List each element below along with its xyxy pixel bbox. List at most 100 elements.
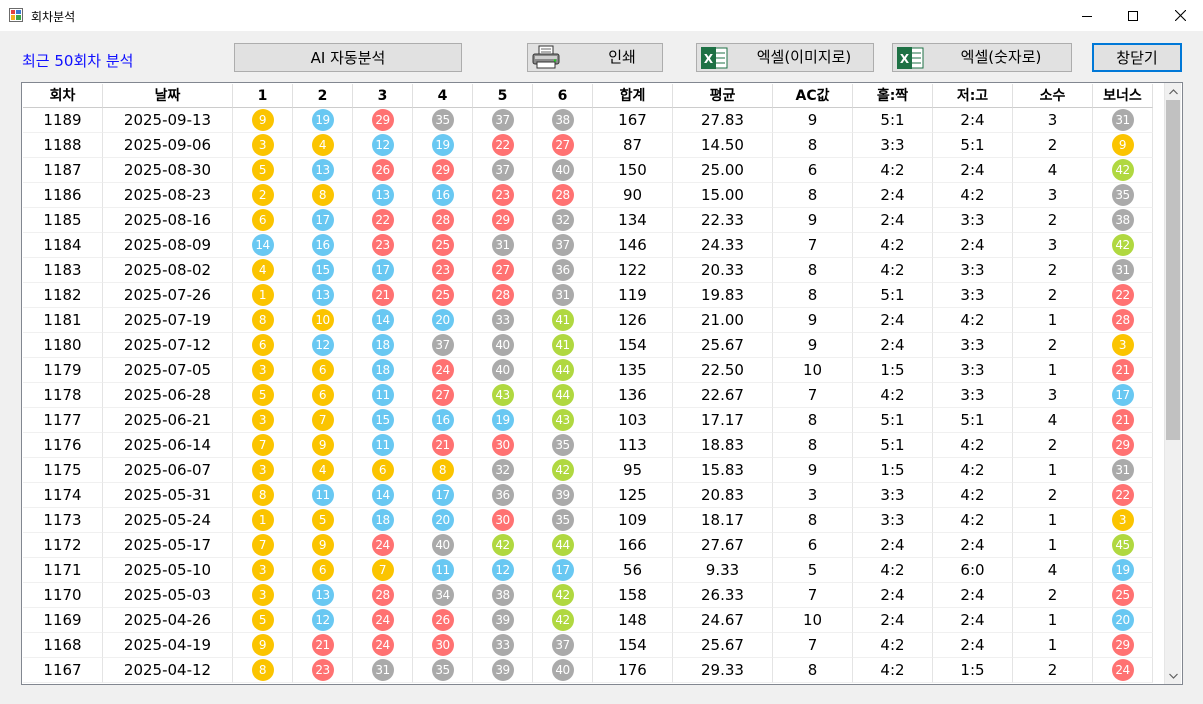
cell-date: 2025-08-23 <box>103 183 233 208</box>
column-header-n5[interactable]: 5 <box>473 84 533 108</box>
column-header-bonus[interactable]: 보너스 <box>1093 84 1153 108</box>
cell-bonus: 38 <box>1093 208 1153 233</box>
table-row[interactable]: 1174 2025-05-31 8 11 14 17 36 39 125 20.83 3 3:3 4:2… <box>23 483 1153 508</box>
column-header-avg[interactable]: 평균 <box>673 84 773 108</box>
cell-n4: 27 <box>413 383 473 408</box>
cell-bonus: 28 <box>1093 308 1153 333</box>
cell-bonus: 24 <box>1093 658 1153 683</box>
cell-n5: 40 <box>473 358 533 383</box>
excel-image-button[interactable]: X 엑셀(이미지로) <box>696 43 874 72</box>
cell-n5: 38 <box>473 583 533 608</box>
table-row[interactable]: 1178 2025-06-28 5 6 11 27 43 44 136 22.67 7 4:2 3:3 3… <box>23 383 1153 408</box>
cell-prime: 2 <box>1013 483 1093 508</box>
cell-date: 2025-05-31 <box>103 483 233 508</box>
column-header-ac[interactable]: AC값 <box>773 84 853 108</box>
cell-n3: 18 <box>353 333 413 358</box>
cell-ac: 8 <box>773 658 853 683</box>
table-row[interactable]: 1180 2025-07-12 6 12 18 37 40 41 154 25.67 9 2:4 3:3… <box>23 333 1153 358</box>
excel-number-button[interactable]: X 엑셀(숫자로) <box>892 43 1072 72</box>
cell-n6: 41 <box>533 308 593 333</box>
table-row[interactable]: 1186 2025-08-23 2 8 13 16 23 28 90 15.00 8 2:4 4:2 3 3… <box>23 183 1153 208</box>
cell-date: 2025-05-10 <box>103 558 233 583</box>
table-row[interactable]: 1172 2025-05-17 7 9 24 40 42 44 166 27.67 6 2:4 2:4 1… <box>23 533 1153 558</box>
lotto-ball: 37 <box>551 634 574 656</box>
cell-prime: 4 <box>1013 408 1093 433</box>
cell-prime: 2 <box>1013 658 1093 683</box>
cell-odd-even: 3:3 <box>853 508 933 533</box>
lotto-ball: 5 <box>251 609 274 631</box>
table-row[interactable]: 1189 2025-09-13 9 19 29 35 37 38 167 27.83 9 5:1 2:4… <box>23 108 1153 133</box>
column-header-n2[interactable]: 2 <box>293 84 353 108</box>
cell-avg: 14.50 <box>673 133 773 158</box>
lotto-ball: 28 <box>491 284 514 306</box>
table-row[interactable]: 1185 2025-08-16 6 17 22 28 29 32 134 22.33 9 2:4 3:3… <box>23 208 1153 233</box>
column-header-date[interactable]: 날짜 <box>103 84 233 108</box>
cell-n3: 12 <box>353 133 413 158</box>
cell-n3: 18 <box>353 358 413 383</box>
table-row[interactable]: 1170 2025-05-03 3 13 28 34 38 42 158 26.33 7 2:4 2:4… <box>23 583 1153 608</box>
cell-low-high: 2:4 <box>933 608 1013 633</box>
close-window-button[interactable] <box>1157 0 1203 31</box>
cell-avg: 22.50 <box>673 358 773 383</box>
table-row[interactable]: 1181 2025-07-19 8 10 14 20 33 41 126 21.00 9 2:4 4:2… <box>23 308 1153 333</box>
column-header-n4[interactable]: 4 <box>413 84 473 108</box>
cell-n2: 9 <box>293 533 353 558</box>
cell-bonus: 22 <box>1093 283 1153 308</box>
column-header-prime[interactable]: 소수 <box>1013 84 1093 108</box>
lotto-ball: 10 <box>311 309 334 331</box>
lotto-ball: 24 <box>371 609 394 631</box>
column-header-n3[interactable]: 3 <box>353 84 413 108</box>
cell-n6: 35 <box>533 508 593 533</box>
table-row[interactable]: 1184 2025-08-09 14 16 23 25 31 37 146 24.33 7 4:2 2:… <box>23 233 1153 258</box>
maximize-button[interactable] <box>1110 0 1156 31</box>
vertical-scrollbar[interactable] <box>1164 83 1181 684</box>
table-row[interactable]: 1171 2025-05-10 3 6 7 11 12 17 56 9.33 5 4:2 6:0 4 19 <box>23 558 1153 583</box>
scroll-down-button[interactable] <box>1165 667 1182 684</box>
table-row[interactable]: 1175 2025-06-07 3 4 6 8 32 42 95 15.83 9 1:5 4:2 1 31 <box>23 458 1153 483</box>
cell-n3: 22 <box>353 208 413 233</box>
lotto-ball: 22 <box>1111 484 1134 506</box>
column-header-n6[interactable]: 6 <box>533 84 593 108</box>
table-row[interactable]: 1176 2025-06-14 7 9 11 21 30 35 113 18.83 8 5:1 4:2 2… <box>23 433 1153 458</box>
round-data-grid[interactable]: 회차 날짜 1 2 3 4 5 6 합계 평균 AC값 홀:짝 저:고 소수 보너스 1189 2025-09… <box>21 82 1183 685</box>
table-row[interactable]: 1177 2025-06-21 3 7 15 16 19 43 103 17.17 8 5:1 5:1 4… <box>23 408 1153 433</box>
column-header-sum[interactable]: 합계 <box>593 84 673 108</box>
table-row[interactable]: 1168 2025-04-19 9 21 24 30 33 37 154 25.67 7 4:2 2:4… <box>23 633 1153 658</box>
scroll-up-button[interactable] <box>1165 83 1182 100</box>
table-row[interactable]: 1179 2025-07-05 3 6 18 24 40 44 135 22.50 10 1:5 3:3… <box>23 358 1153 383</box>
table-row[interactable]: 1182 2025-07-26 1 13 21 25 28 31 119 19.83 8 5:1 3:3… <box>23 283 1153 308</box>
table-row[interactable]: 1188 2025-09-06 3 4 12 19 22 27 87 14.50 8 3:3 5:1 2 9 <box>23 133 1153 158</box>
scroll-thumb[interactable] <box>1166 100 1180 440</box>
cell-n3: 14 <box>353 308 413 333</box>
cell-sum: 56 <box>593 558 673 583</box>
close-dialog-button[interactable]: 창닫기 <box>1092 43 1182 72</box>
column-header-n1[interactable]: 1 <box>233 84 293 108</box>
table-row[interactable]: 1187 2025-08-30 5 13 26 29 37 40 150 25.00 6 4:2 2:4… <box>23 158 1153 183</box>
table-row[interactable]: 1169 2025-04-26 5 12 24 26 39 42 148 24.67 10 2:4 2:… <box>23 608 1153 633</box>
cell-n5: 30 <box>473 433 533 458</box>
column-header-odd-even[interactable]: 홀:짝 <box>853 84 933 108</box>
lotto-ball: 19 <box>1111 559 1134 581</box>
ai-analysis-button[interactable]: AI 자동분석 <box>234 43 462 72</box>
cell-sum: 154 <box>593 633 673 658</box>
minimize-icon <box>1082 15 1092 17</box>
lotto-ball: 27 <box>551 134 574 156</box>
table-row[interactable]: 1167 2025-04-12 8 23 31 35 39 40 176 29.33 8 4:2 1:5… <box>23 658 1153 683</box>
table-row[interactable]: 1173 2025-05-24 1 5 18 20 30 35 109 18.17 8 3:3 4:2 1… <box>23 508 1153 533</box>
cell-n5: 33 <box>473 633 533 658</box>
lotto-ball: 35 <box>551 434 574 456</box>
minimize-button[interactable] <box>1064 0 1110 31</box>
cell-n6: 38 <box>533 108 593 133</box>
column-header-round[interactable]: 회차 <box>23 84 103 108</box>
column-header-low-high[interactable]: 저:고 <box>933 84 1013 108</box>
lotto-ball: 40 <box>551 659 574 681</box>
cell-sum: 146 <box>593 233 673 258</box>
cell-prime: 4 <box>1013 558 1093 583</box>
print-button[interactable]: 인쇄 <box>527 43 663 72</box>
lotto-ball: 25 <box>431 284 454 306</box>
lotto-ball: 32 <box>551 209 574 231</box>
cell-n1: 1 <box>233 283 293 308</box>
table-row[interactable]: 1183 2025-08-02 4 15 17 23 27 36 122 20.33 8 4:2 3:3… <box>23 258 1153 283</box>
lotto-ball: 17 <box>431 484 454 506</box>
cell-sum: 103 <box>593 408 673 433</box>
